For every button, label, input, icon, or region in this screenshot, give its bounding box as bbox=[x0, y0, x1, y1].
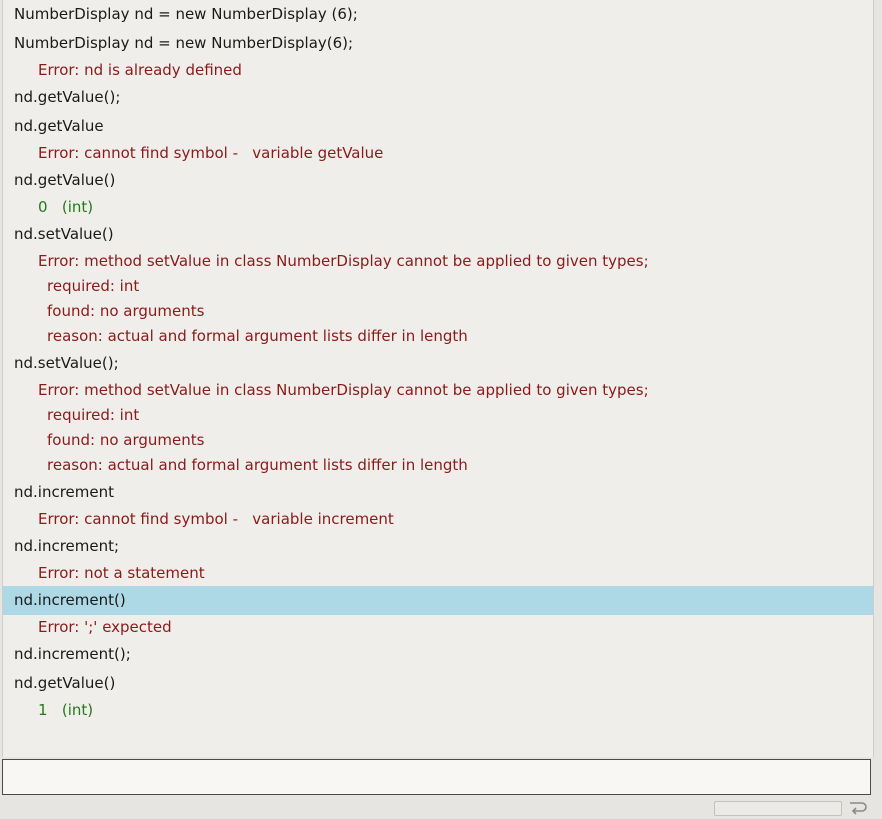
output-line: reason: actual and formal argument lists… bbox=[47, 456, 468, 474]
value-output: 0 (int) bbox=[3, 195, 873, 220]
output-line: Error: nd is already defined bbox=[38, 61, 242, 79]
history-command[interactable]: nd.setValue(); bbox=[3, 349, 873, 378]
history-command[interactable]: nd.setValue() bbox=[3, 220, 873, 249]
history-entry[interactable]: nd.increment() bbox=[3, 586, 873, 615]
horizontal-scrollbar[interactable] bbox=[714, 801, 842, 816]
output-line: Error: method setValue in class NumberDi… bbox=[38, 381, 649, 399]
history-command[interactable]: nd.increment bbox=[3, 478, 873, 507]
history-command[interactable]: nd.increment() bbox=[3, 586, 873, 615]
value-output: 1 (int) bbox=[3, 698, 873, 723]
error-output: Error: not a statement bbox=[3, 561, 873, 586]
error-output: Error: method setValue in class NumberDi… bbox=[3, 378, 873, 478]
history-entry[interactable]: NumberDisplay nd = new NumberDisplay(6); bbox=[3, 29, 873, 58]
history-command[interactable]: nd.increment; bbox=[3, 532, 873, 561]
output-line: Error: method setValue in class NumberDi… bbox=[38, 252, 649, 270]
error-output: Error: cannot find symbol - variable get… bbox=[3, 141, 873, 166]
history-command[interactable]: NumberDisplay nd = new NumberDisplay (6)… bbox=[3, 0, 873, 29]
output-line: 1 (int) bbox=[38, 701, 94, 719]
history-entry[interactable]: NumberDisplay nd = new NumberDisplay (6)… bbox=[3, 0, 873, 29]
error-output: Error: cannot find symbol - variable inc… bbox=[3, 507, 873, 532]
codepad-input[interactable] bbox=[2, 759, 871, 795]
output-line: Error: not a statement bbox=[38, 564, 205, 582]
output-line: Error: cannot find symbol - variable get… bbox=[38, 144, 384, 162]
history-entry[interactable]: nd.getValue(); bbox=[3, 83, 873, 112]
output-line: found: no arguments bbox=[47, 302, 205, 320]
history-command[interactable]: nd.getValue(); bbox=[3, 83, 873, 112]
output-line: reason: actual and formal argument lists… bbox=[47, 327, 468, 345]
history-entry[interactable]: nd.increment bbox=[3, 478, 873, 507]
codepad-history: NumberDisplay nd = new NumberDisplay (6)… bbox=[2, 0, 874, 757]
history-entry[interactable]: nd.increment(); bbox=[3, 640, 873, 669]
history-entry[interactable]: nd.setValue() bbox=[3, 220, 873, 249]
history-entry[interactable]: nd.increment; bbox=[3, 532, 873, 561]
output-line: required: int bbox=[47, 277, 140, 295]
output-line: required: int bbox=[47, 406, 140, 424]
output-line: 0 (int) bbox=[38, 198, 94, 216]
history-command[interactable]: nd.getValue() bbox=[3, 166, 873, 195]
history-command[interactable]: nd.getValue() bbox=[3, 669, 873, 698]
history-command[interactable]: nd.getValue bbox=[3, 112, 873, 141]
history-entry[interactable]: nd.getValue() bbox=[3, 669, 873, 698]
error-output: Error: ';' expected bbox=[3, 615, 873, 640]
error-output: Error: nd is already defined bbox=[3, 58, 873, 83]
history-entry[interactable]: nd.setValue(); bbox=[3, 349, 873, 378]
history-entry[interactable]: nd.getValue bbox=[3, 112, 873, 141]
error-output: Error: method setValue in class NumberDi… bbox=[3, 249, 873, 349]
output-line: Error: ';' expected bbox=[38, 618, 172, 636]
word-wrap-icon[interactable] bbox=[848, 799, 868, 817]
output-line: found: no arguments bbox=[47, 431, 205, 449]
history-command[interactable]: nd.increment(); bbox=[3, 640, 873, 669]
output-line: Error: cannot find symbol - variable inc… bbox=[38, 510, 394, 528]
history-entry[interactable]: nd.getValue() bbox=[3, 166, 873, 195]
history-command[interactable]: NumberDisplay nd = new NumberDisplay(6); bbox=[3, 29, 873, 58]
